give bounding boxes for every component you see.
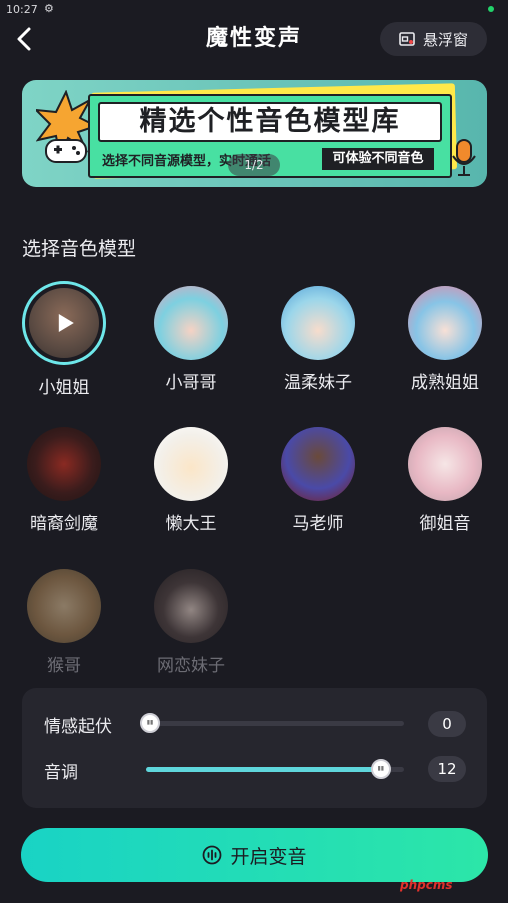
voice-item-landawang[interactable]: 懒大王 xyxy=(141,427,241,534)
avatar-ring xyxy=(27,427,101,501)
avatar xyxy=(154,427,228,501)
banner-page-indicator: 1/2 xyxy=(228,154,280,176)
avatar-ring xyxy=(22,281,106,365)
slider-fill xyxy=(146,767,381,772)
voice-label: 成熟姐姐 xyxy=(411,373,479,393)
avatar-ring xyxy=(154,569,228,643)
pitch-value-badge: 12 xyxy=(428,756,466,782)
start-voice-change-button[interactable]: 开启变音 xyxy=(21,828,488,882)
avatar-ring xyxy=(281,427,355,501)
avatar xyxy=(27,427,101,501)
voice-label: 御姐音 xyxy=(419,514,471,534)
avatar xyxy=(154,569,228,643)
sparkle-icon: ✦ xyxy=(425,106,436,120)
pitch-label: 音调 xyxy=(44,763,78,783)
play-icon xyxy=(58,314,74,332)
avatar-ring xyxy=(154,286,228,360)
voice-label: 小姐姐 xyxy=(38,378,90,398)
float-window-label: 悬浮窗 xyxy=(422,30,468,49)
status-time: 10:27 xyxy=(6,3,38,16)
voice-label: 温柔妹子 xyxy=(284,373,352,393)
voice-label: 小哥哥 xyxy=(165,373,217,393)
avatar xyxy=(281,286,355,360)
voice-label: 网恋妹子 xyxy=(157,656,225,676)
slider-thumb[interactable]: ▮▮ xyxy=(370,759,391,779)
avatar-ring xyxy=(27,569,101,643)
avatar-ring xyxy=(408,427,482,501)
voice-item-yujieyin[interactable]: 御姐音 xyxy=(395,427,495,534)
avatar xyxy=(27,569,101,643)
voice-item-houge[interactable]: 猴哥 xyxy=(14,569,114,676)
avatar xyxy=(408,286,482,360)
voice-item-anyi-jianmo[interactable]: 暗裔剑魔 xyxy=(14,427,114,534)
voice-item-xiaojiejie[interactable]: 小姐姐 xyxy=(14,281,114,398)
float-window-button[interactable]: 悬浮窗 xyxy=(380,22,487,56)
float-window-icon xyxy=(399,32,415,46)
voice-item-wanglian-meizi[interactable]: 网恋妹子 xyxy=(141,569,241,676)
adjustment-panel: 情感起伏 ▮▮ 0 音调 ▮▮ 12 xyxy=(22,688,487,808)
voice-wave-icon xyxy=(203,845,222,865)
voice-label: 暗裔剑魔 xyxy=(30,514,98,534)
voice-item-xiaogege[interactable]: 小哥哥 xyxy=(141,286,241,393)
watermark: phpcms xyxy=(400,878,453,892)
avatar-ring xyxy=(408,286,482,360)
emotion-slider[interactable]: ▮▮ xyxy=(140,713,404,733)
avatar xyxy=(408,427,482,501)
voice-label: 懒大王 xyxy=(165,514,217,534)
microphone-icon xyxy=(452,139,476,176)
avatar-ring xyxy=(281,286,355,360)
status-indicator-dot xyxy=(488,6,494,12)
voice-item-wenrou-meizi[interactable]: 温柔妹子 xyxy=(268,286,368,393)
emotion-value-badge: 0 xyxy=(428,711,466,737)
status-bar: 10:27 ⚙ xyxy=(0,0,508,20)
avatar xyxy=(281,427,355,501)
banner-tag: 可体验不同音色 xyxy=(322,148,434,170)
avatar xyxy=(154,286,228,360)
voice-item-ma-laoshi[interactable]: 马老师 xyxy=(268,427,368,534)
emotion-label: 情感起伏 xyxy=(44,717,112,737)
pitch-slider[interactable]: ▮▮ xyxy=(146,759,404,779)
section-title: 选择音色模型 xyxy=(22,238,137,260)
voice-item-chengshu-jiejie[interactable]: 成熟姐姐 xyxy=(395,286,495,393)
voice-label: 马老师 xyxy=(292,514,344,534)
slider-thumb[interactable]: ▮▮ xyxy=(140,713,160,733)
gear-icon: ⚙ xyxy=(44,2,54,15)
start-button-label: 开启变音 xyxy=(230,845,307,868)
voice-label: 猴哥 xyxy=(47,656,81,676)
banner-title: 精选个性音色模型库 xyxy=(98,102,442,142)
avatar xyxy=(29,288,99,358)
avatar-ring xyxy=(154,427,228,501)
